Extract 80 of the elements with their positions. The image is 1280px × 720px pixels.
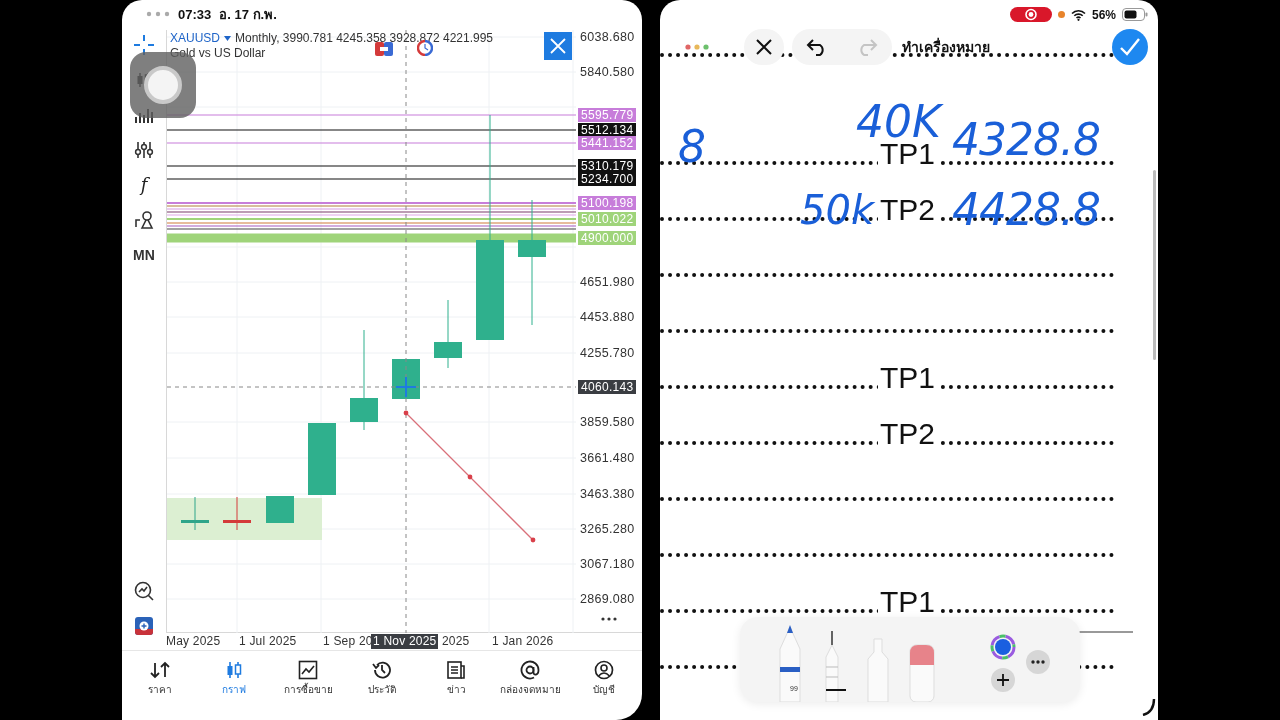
tab[interactable]: กราฟ bbox=[197, 651, 271, 720]
crosshair-icon bbox=[395, 376, 417, 398]
date-axis-label: May 2025 bbox=[166, 634, 221, 649]
close-button[interactable] bbox=[744, 29, 784, 65]
candle bbox=[223, 496, 251, 531]
tab[interactable]: ข่าว bbox=[419, 651, 493, 720]
clock-icon[interactable] bbox=[417, 40, 433, 56]
price-axis-label: 3067.180 bbox=[580, 556, 635, 572]
more-icon[interactable] bbox=[601, 617, 617, 621]
trade-icon[interactable] bbox=[375, 42, 393, 56]
handwritten-note: 50k bbox=[800, 190, 875, 230]
price-level-label: 4900.000 bbox=[578, 231, 637, 245]
price-level-label: 5310.179 bbox=[578, 159, 637, 173]
resize-corner-icon[interactable] bbox=[1142, 698, 1156, 716]
quotes-icon bbox=[150, 660, 170, 680]
date-axis-label: 1 Jan 2026 bbox=[492, 634, 554, 649]
color-picker-icon[interactable] bbox=[990, 634, 1016, 660]
price-level-label: 5010.022 bbox=[578, 212, 637, 226]
price-axis-label: 6038.680 bbox=[580, 29, 635, 45]
more-button[interactable] bbox=[1026, 650, 1050, 674]
at-sign-icon bbox=[520, 660, 540, 680]
tab[interactable]: ราคา bbox=[123, 651, 197, 720]
price-axis-label: 3661.480 bbox=[580, 450, 635, 466]
wifi-icon bbox=[1070, 8, 1086, 21]
status-time: 07:33 bbox=[178, 6, 212, 22]
price-axis-label: 2869.080 bbox=[580, 591, 635, 607]
add-indicator-icon[interactable] bbox=[134, 616, 154, 636]
shapes-icon[interactable] bbox=[134, 210, 154, 230]
more-icon bbox=[146, 11, 170, 17]
price-level-label: 5441.152 bbox=[578, 136, 637, 150]
tab[interactable]: การซื้อขาย bbox=[271, 651, 345, 720]
recording-icon bbox=[1009, 7, 1052, 22]
close-icon bbox=[550, 38, 566, 54]
price-level-label: 5512.134 bbox=[578, 123, 637, 137]
candle bbox=[266, 495, 294, 524]
add-button[interactable] bbox=[991, 668, 1015, 692]
more-icon bbox=[1031, 660, 1045, 664]
handwritten-note: 8 bbox=[678, 125, 706, 169]
checkmark-icon bbox=[1119, 37, 1141, 57]
price-axis-label: 4651.980 bbox=[580, 274, 635, 290]
tab[interactable]: กล่องจดหมาย bbox=[493, 651, 567, 720]
timeframe-button[interactable]: MN bbox=[133, 245, 155, 265]
ohlc-values: Monthly, 3990.781 4245.358 3928.872 4221.995 bbox=[235, 31, 493, 45]
markup-title: ทำเครื่องหมาย bbox=[902, 36, 990, 57]
date-axis-label: 2025 bbox=[442, 634, 470, 649]
functions-button[interactable]: f bbox=[140, 175, 148, 195]
news-icon bbox=[446, 660, 466, 680]
price-axis-label: 3265.280 bbox=[580, 521, 635, 537]
price-axis-label: 5840.580 bbox=[580, 64, 635, 80]
plus-icon bbox=[997, 674, 1009, 686]
battery-percent: 56% bbox=[1091, 7, 1116, 22]
price-axis-label: 3859.580 bbox=[580, 414, 635, 430]
handwritten-note: 4428.8 bbox=[952, 188, 1100, 232]
caret-icon[interactable] bbox=[224, 35, 231, 41]
handwritten-note: 4328.8 bbox=[952, 118, 1100, 162]
window-controls-icon[interactable] bbox=[684, 43, 710, 51]
candle bbox=[434, 299, 462, 369]
price-level-label: 5100.198 bbox=[578, 196, 637, 210]
price-level-label: 5595.779 bbox=[578, 108, 637, 122]
done-button[interactable] bbox=[1112, 29, 1148, 65]
price-level-label: 5234.700 bbox=[578, 172, 637, 186]
profile-icon bbox=[594, 660, 614, 680]
chart-search-icon[interactable] bbox=[134, 581, 154, 601]
crosshair-date-label: 1 Nov 2025 bbox=[371, 634, 439, 649]
date-axis-label: 1 Jul 2025 bbox=[239, 634, 297, 649]
history-icon bbox=[372, 660, 392, 680]
candle bbox=[181, 496, 209, 531]
symbol-selector[interactable]: XAUUSD bbox=[170, 31, 220, 45]
candle bbox=[392, 358, 420, 400]
crosshair-price-label: 4060.143 bbox=[578, 380, 637, 394]
status-date: อ. 17 ก.พ. bbox=[219, 5, 277, 24]
sliders-icon[interactable] bbox=[134, 140, 154, 160]
battery-icon bbox=[1122, 8, 1148, 21]
price-axis-label: 4255.780 bbox=[580, 345, 635, 361]
price-axis-label: 4453.880 bbox=[580, 309, 635, 325]
tab[interactable]: บัญชี bbox=[567, 651, 641, 720]
close-icon bbox=[755, 38, 773, 56]
indicator-dot-icon bbox=[1057, 11, 1065, 18]
tab[interactable]: ประวัติ bbox=[345, 651, 419, 720]
price-axis-label: 3463.380 bbox=[580, 486, 635, 502]
